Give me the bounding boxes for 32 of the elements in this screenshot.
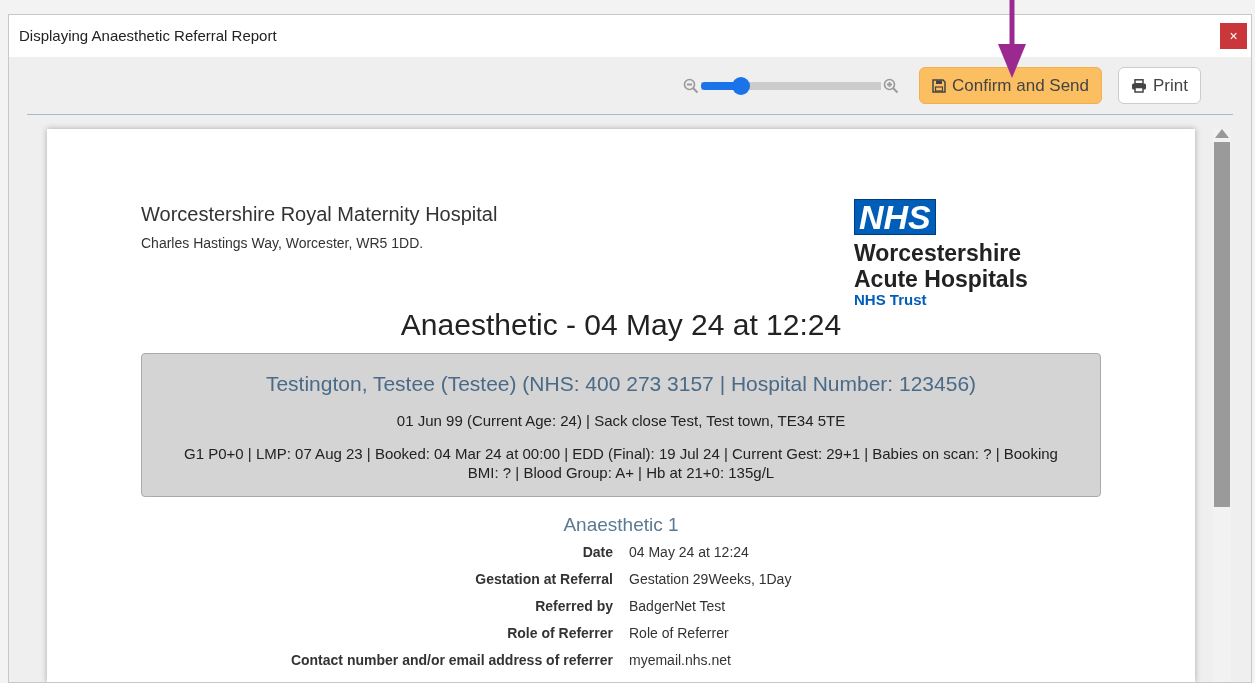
- field-label: Referred by: [534, 596, 613, 616]
- nhs-badge: NHS: [854, 199, 936, 235]
- window-title: Displaying Anaesthetic Referral Report: [19, 25, 277, 46]
- scroll-thumb[interactable]: [1214, 142, 1230, 507]
- field-label: Date: [581, 542, 613, 562]
- scroll-up-icon[interactable]: [1215, 129, 1229, 138]
- field-value: Gestation 29Weeks, 1Day: [629, 569, 793, 589]
- logo-subtitle: NHS Trust: [854, 292, 927, 308]
- field-value: BadgerNet Test: [629, 596, 727, 616]
- close-button[interactable]: ×: [1220, 23, 1247, 49]
- print-icon: [1131, 78, 1148, 93]
- hospital-address: Charles Hastings Way, Worcester, WR5 1DD.: [141, 234, 425, 253]
- field-value: Role of Referrer: [629, 623, 730, 643]
- confirm-send-button[interactable]: Confirm and Send: [919, 66, 1103, 105]
- patient-details: 01 Jun 99 (Current Age: 24) | Sack close Test, Test town, TE34 5TE: [395, 410, 847, 431]
- patient-summary: G1 P0+0 | LMP: 07 Aug 23 | Booked: 04 Mar 24 at 00:00 | EDD (Final): 19 Jul 24 | Current Gest: 29+1 | Babies on scan: ? | Booking BMI: ? | Blood Group: A+ | Hb at 21+0: 135g/L: [183, 444, 1059, 482]
- field-value: 04 May 24 at 12:24: [629, 542, 750, 562]
- zoom-out-icon[interactable]: [683, 77, 699, 94]
- report-title: Anaesthetic - 04 May 24 at 12:24: [399, 307, 843, 343]
- print-button[interactable]: Print: [1118, 66, 1201, 105]
- field-label: Role of Referrer: [506, 623, 613, 643]
- patient-name: Testington, Testee (Testee) (NHS: 400 273 3157 | Hospital Number: 123456): [264, 371, 978, 397]
- section-title: Anaesthetic 1: [562, 513, 680, 537]
- slider-thumb[interactable]: [731, 76, 750, 95]
- field-label: Contact number and/or email address of referrer: [289, 650, 613, 670]
- field-value: myemail.nhs.net: [629, 650, 732, 670]
- logo-text: Acute Hospitals: [854, 266, 1029, 292]
- zoom-in-icon[interactable]: [883, 77, 899, 94]
- save-icon: [932, 78, 946, 93]
- logo-text: Worcestershire: [854, 240, 1023, 266]
- hospital-name: Worcestershire Royal Maternity Hospital: [141, 202, 498, 227]
- field-label: Gestation at Referral: [474, 569, 613, 589]
